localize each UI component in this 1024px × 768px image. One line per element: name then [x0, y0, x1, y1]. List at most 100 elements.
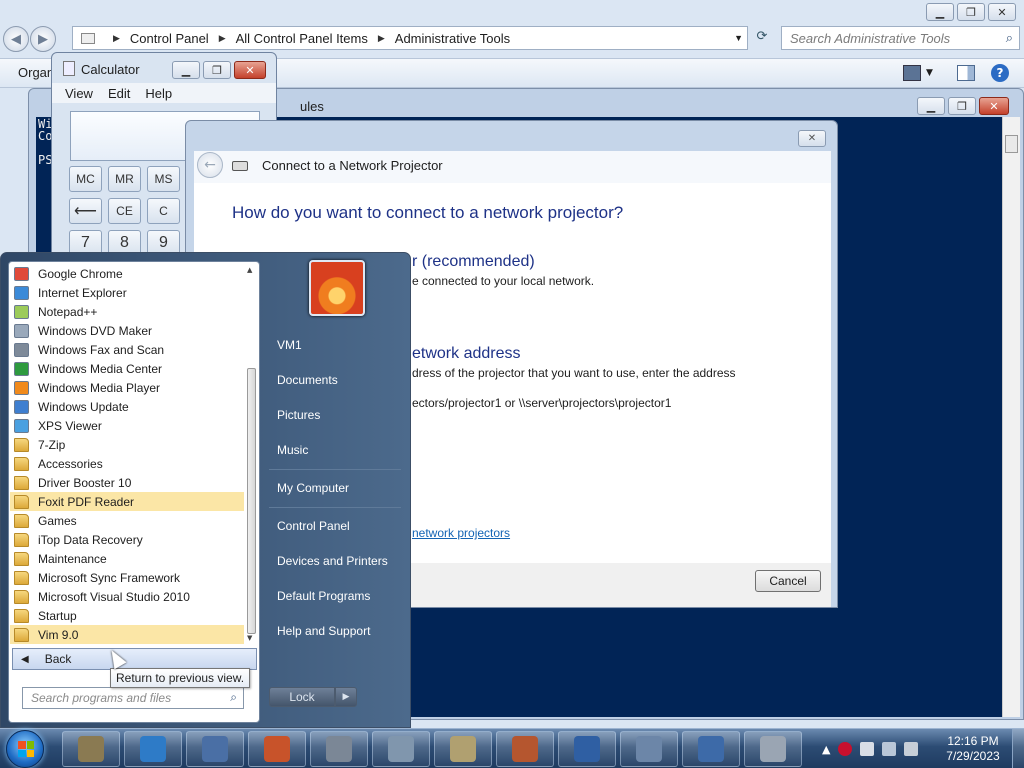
start-item-pictures[interactable]: Pictures: [277, 408, 320, 422]
show-desktop-button[interactable]: [1012, 729, 1024, 768]
cancel-button[interactable]: Cancel: [755, 570, 821, 592]
program-item[interactable]: Windows DVD Maker: [10, 321, 244, 340]
taskbar-app-button[interactable]: [248, 731, 306, 767]
minimize-button[interactable]: ▁: [917, 97, 945, 115]
back-arrow-icon[interactable]: ←: [197, 152, 223, 178]
tray-network-icon[interactable]: [882, 742, 897, 756]
start-item-help-support[interactable]: Help and Support: [277, 624, 370, 638]
powershell-title: ules: [300, 99, 324, 114]
taskbar-app-button[interactable]: [310, 731, 368, 767]
menu-view[interactable]: View: [65, 86, 93, 101]
taskbar-app-button[interactable]: [496, 731, 554, 767]
explorer-search-input[interactable]: Search Administrative Tools ⌕: [781, 26, 1020, 50]
program-item[interactable]: Driver Booster 10: [10, 473, 244, 492]
powershell-scrollbar[interactable]: [1002, 117, 1020, 717]
taskbar-app-button[interactable]: [744, 731, 802, 767]
program-item[interactable]: Startup: [10, 606, 244, 625]
lock-button[interactable]: Lock: [269, 687, 335, 707]
close-button[interactable]: ✕: [234, 61, 266, 79]
program-item[interactable]: Games: [10, 511, 244, 530]
option-address-title[interactable]: etwork address: [412, 345, 521, 363]
start-item-documents[interactable]: Documents: [277, 373, 338, 387]
program-item[interactable]: Windows Media Player: [10, 378, 244, 397]
taskbar-app-button[interactable]: [434, 731, 492, 767]
change-view-icon[interactable]: [903, 65, 921, 81]
breadcrumb-item[interactable]: Control Panel: [130, 31, 209, 46]
program-item[interactable]: Accessories: [10, 454, 244, 473]
forward-nav-button[interactable]: ▶: [30, 26, 56, 52]
restore-button[interactable]: ❐: [203, 61, 231, 79]
clear-button[interactable]: C: [147, 198, 180, 224]
taskbar-clock[interactable]: 12:16 PM 7/29/2023: [940, 734, 1006, 764]
program-item[interactable]: Vim 9.0: [10, 625, 244, 644]
program-item[interactable]: 7-Zip: [10, 435, 244, 454]
scroll-down-icon[interactable]: ▼: [247, 634, 252, 642]
taskbar-app-button[interactable]: [682, 731, 740, 767]
menu-help[interactable]: Help: [145, 86, 172, 101]
scrollbar-thumb[interactable]: [247, 368, 256, 634]
breadcrumb-item[interactable]: Administrative Tools: [395, 31, 510, 46]
show-hidden-icons-icon[interactable]: ▲: [822, 743, 830, 756]
tray-security-icon[interactable]: [838, 742, 853, 756]
view-dropdown-icon[interactable]: ▼: [926, 68, 936, 84]
program-item[interactable]: Microsoft Sync Framework: [10, 568, 244, 587]
taskbar-app-button[interactable]: [186, 731, 244, 767]
organize-menu[interactable]: Organ: [18, 65, 54, 80]
dialog-close-button[interactable]: ✕: [798, 130, 826, 147]
scroll-up-icon[interactable]: ▲: [247, 266, 252, 274]
breadcrumb-item[interactable]: All Control Panel Items: [236, 31, 368, 46]
programs-scrollbar[interactable]: ▲ ▼: [245, 264, 258, 644]
help-icon[interactable]: ?: [991, 64, 1009, 82]
shutdown-options-arrow-icon[interactable]: ▶: [335, 687, 357, 707]
restore-button[interactable]: ❐: [948, 97, 976, 115]
option-search-title[interactable]: r (recommended): [412, 253, 535, 271]
preview-pane-icon[interactable]: [957, 65, 975, 81]
scrollbar-thumb[interactable]: [1005, 135, 1018, 153]
taskbar-app-button[interactable]: [62, 731, 120, 767]
program-item[interactable]: iTop Data Recovery: [10, 530, 244, 549]
address-bar[interactable]: ▶ Control Panel ▶ All Control Panel Item…: [72, 26, 748, 50]
start-item-control-panel[interactable]: Control Panel: [277, 519, 350, 533]
user-avatar[interactable]: [309, 260, 365, 316]
program-item[interactable]: Maintenance: [10, 549, 244, 568]
start-button[interactable]: [6, 730, 44, 768]
start-item-devices-printers[interactable]: Devices and Printers: [277, 554, 388, 568]
program-item[interactable]: Internet Explorer: [10, 283, 244, 302]
mc-button[interactable]: MC: [69, 166, 102, 192]
start-item-my-computer[interactable]: My Computer: [277, 481, 349, 495]
ce-button[interactable]: CE: [108, 198, 141, 224]
program-item[interactable]: XPS Viewer: [10, 416, 244, 435]
program-item[interactable]: Google Chrome: [10, 264, 244, 283]
backspace-button[interactable]: ⟵: [69, 198, 102, 224]
back-button[interactable]: ◀ Back: [12, 648, 257, 670]
program-item[interactable]: Notepad++: [10, 302, 244, 321]
program-item[interactable]: Windows Media Center: [10, 359, 244, 378]
close-button[interactable]: ✕: [988, 3, 1016, 21]
start-divider: [269, 469, 401, 470]
program-item[interactable]: Windows Update: [10, 397, 244, 416]
program-item[interactable]: Microsoft Visual Studio 2010: [10, 587, 244, 606]
restore-button[interactable]: ❐: [957, 3, 985, 21]
mr-button[interactable]: MR: [108, 166, 141, 192]
taskbar-app-button[interactable]: [124, 731, 182, 767]
refresh-icon[interactable]: ⟳: [751, 29, 773, 49]
taskbar-app-button[interactable]: [558, 731, 616, 767]
program-item[interactable]: Windows Fax and Scan: [10, 340, 244, 359]
minimize-button[interactable]: ▁: [172, 61, 200, 79]
address-dropdown-icon[interactable]: ▼: [734, 33, 743, 43]
network-projectors-link[interactable]: network projectors: [412, 526, 510, 540]
start-item-user[interactable]: VM1: [277, 338, 302, 352]
back-nav-button[interactable]: ◀: [3, 26, 29, 52]
taskbar-app-button[interactable]: [372, 731, 430, 767]
program-item[interactable]: Foxit PDF Reader: [10, 492, 244, 511]
menu-edit[interactable]: Edit: [108, 86, 130, 101]
taskbar-app-button[interactable]: [620, 731, 678, 767]
tray-volume-icon[interactable]: [904, 742, 919, 756]
close-button[interactable]: ✕: [979, 97, 1009, 115]
minimize-button[interactable]: ▁: [926, 3, 954, 21]
start-search-input[interactable]: Search programs and files ⌕: [22, 687, 244, 709]
ms-button[interactable]: MS: [147, 166, 180, 192]
tray-action-center-icon[interactable]: [860, 742, 875, 756]
start-item-music[interactable]: Music: [277, 443, 308, 457]
start-item-default-programs[interactable]: Default Programs: [277, 589, 370, 603]
